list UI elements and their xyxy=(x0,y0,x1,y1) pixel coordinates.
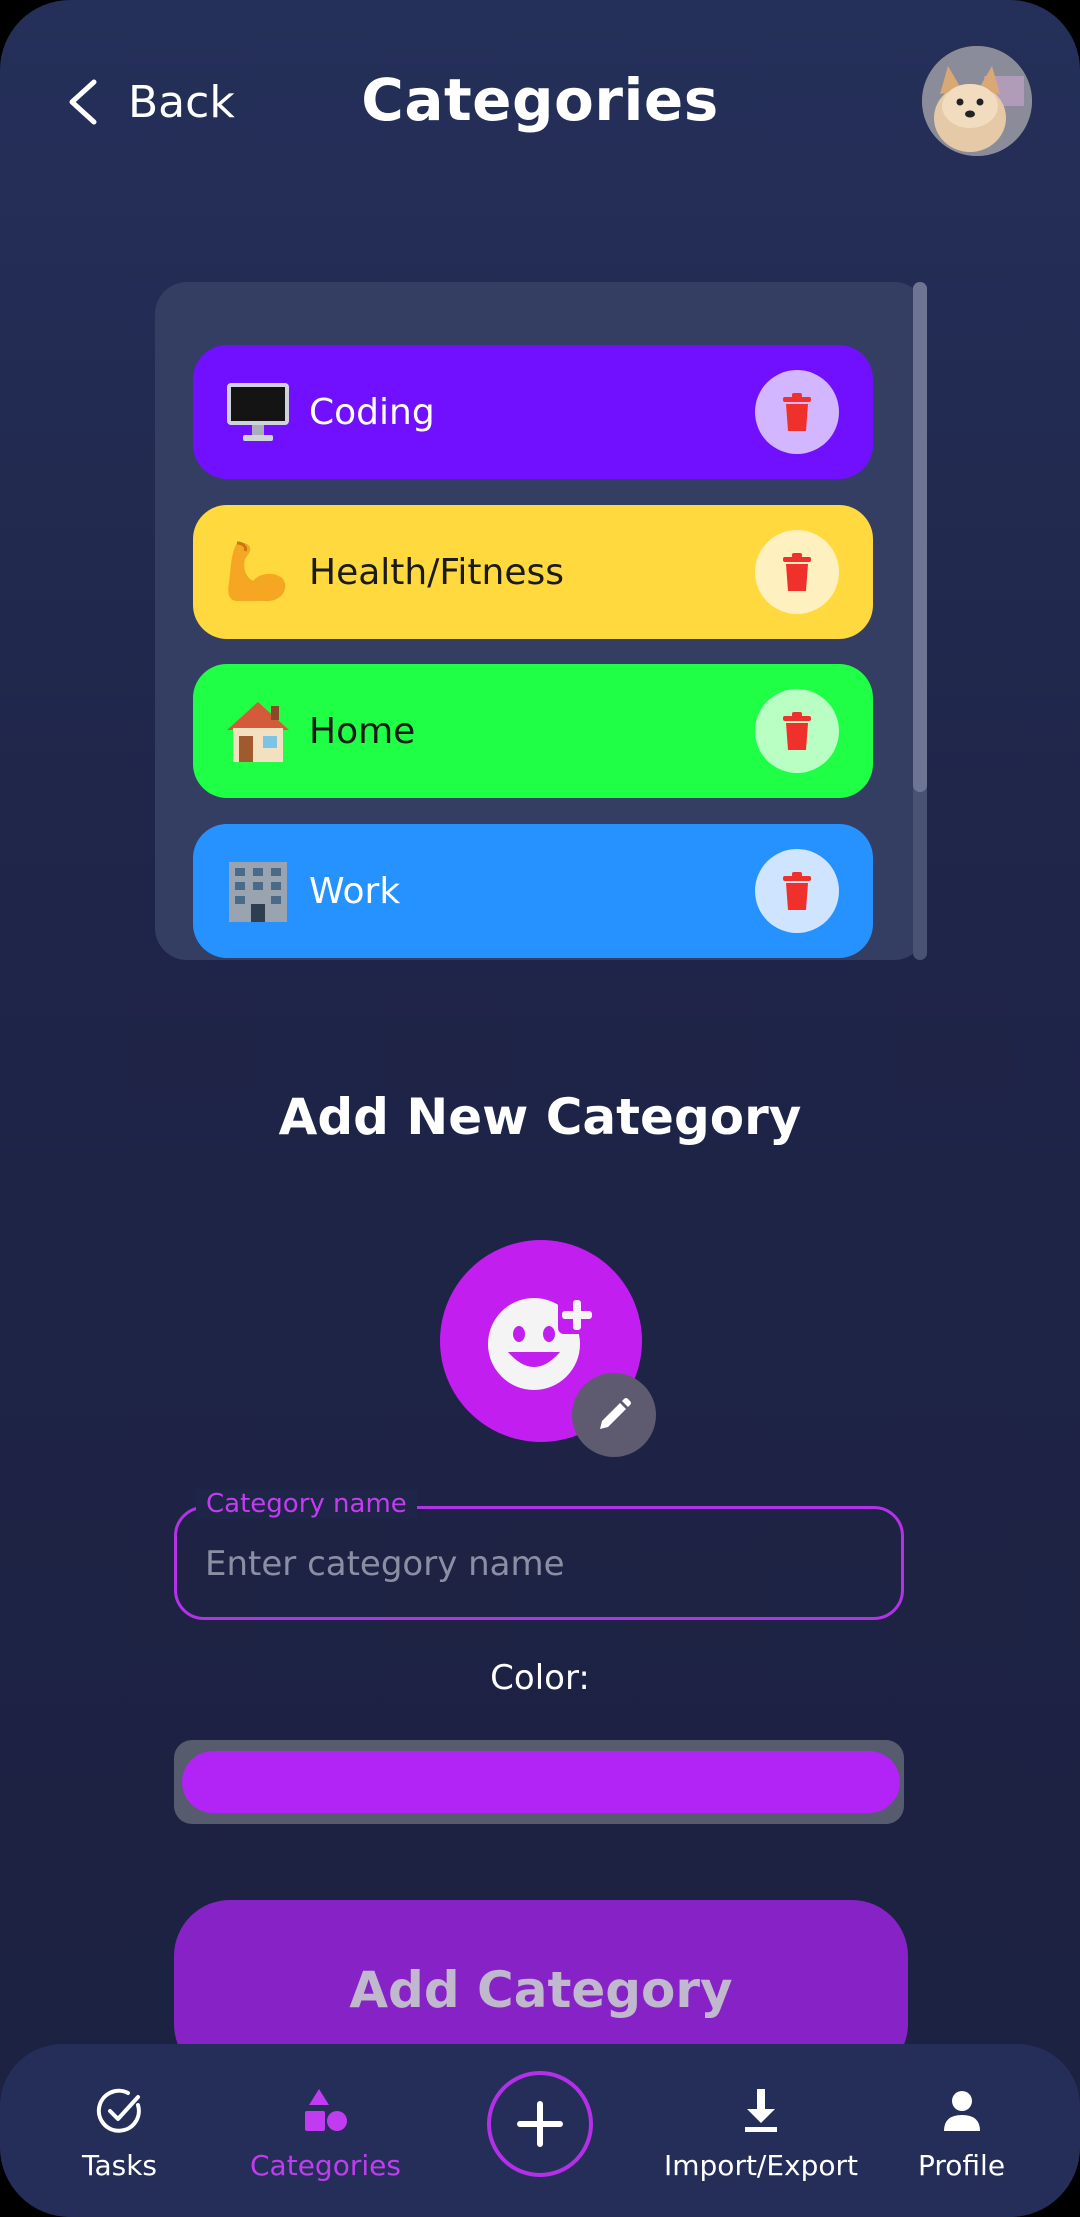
category-name-field[interactable] xyxy=(174,1506,904,1620)
add-category-title: Add New Category xyxy=(278,1088,802,1146)
nav-categories-label: Categories xyxy=(250,2149,401,2182)
add-category-label: Add Category xyxy=(349,1961,733,2019)
nav-categories[interactable]: Categories xyxy=(250,2085,401,2182)
category-name-input[interactable] xyxy=(203,1509,887,1619)
categories-screen: Back Categories Coding Health/Fitness Ho… xyxy=(0,0,1080,2217)
delete-button[interactable] xyxy=(755,849,839,933)
plus-icon xyxy=(517,2101,563,2147)
edit-emoji-button[interactable] xyxy=(572,1373,656,1457)
check-circle-icon xyxy=(96,2088,141,2133)
category-item-health-fitness[interactable]: Health/Fitness xyxy=(193,505,873,639)
category-name: Home xyxy=(309,710,416,752)
shapes-icon xyxy=(305,2089,348,2131)
office-building-icon xyxy=(223,856,293,926)
nav-import-export-label: Import/Export xyxy=(664,2149,859,2182)
trash-icon xyxy=(783,553,811,591)
pencil-icon xyxy=(600,1398,631,1429)
nav-tasks[interactable]: Tasks xyxy=(82,2085,157,2182)
trash-icon xyxy=(783,872,811,910)
category-name: Coding xyxy=(309,391,435,433)
delete-button[interactable] xyxy=(755,530,839,614)
page-title: Categories xyxy=(361,66,719,134)
nav-profile-label: Profile xyxy=(918,2149,1006,2182)
house-icon xyxy=(223,696,293,766)
selected-color-swatch[interactable] xyxy=(182,1751,900,1813)
category-name-label: Category name xyxy=(196,1489,417,1519)
scrollbar-thumb[interactable] xyxy=(913,282,927,792)
nav-tasks-label: Tasks xyxy=(82,2149,158,2182)
category-name: Health/Fitness xyxy=(309,551,565,593)
category-name: Work xyxy=(309,870,401,912)
flexed-biceps-icon xyxy=(223,537,293,607)
trash-icon xyxy=(783,393,811,431)
download-icon xyxy=(745,2089,778,2132)
category-item-work[interactable]: Work xyxy=(193,824,873,958)
category-item-coding[interactable]: Coding xyxy=(193,345,873,479)
dog-photo-icon xyxy=(922,46,1032,156)
nav-profile[interactable]: Profile xyxy=(918,2085,1005,2182)
delete-button[interactable] xyxy=(755,370,839,454)
color-label: Color: xyxy=(490,1658,590,1698)
trash-icon xyxy=(783,712,811,750)
add-emoji-icon xyxy=(488,1296,596,1390)
nav-import-export[interactable]: Import/Export xyxy=(664,2085,858,2182)
add-task-button[interactable] xyxy=(487,2071,593,2177)
delete-button[interactable] xyxy=(755,689,839,773)
desktop-computer-icon xyxy=(223,377,293,447)
avatar[interactable] xyxy=(922,46,1032,156)
category-item-home[interactable]: Home xyxy=(193,664,873,798)
person-icon xyxy=(943,2091,980,2131)
